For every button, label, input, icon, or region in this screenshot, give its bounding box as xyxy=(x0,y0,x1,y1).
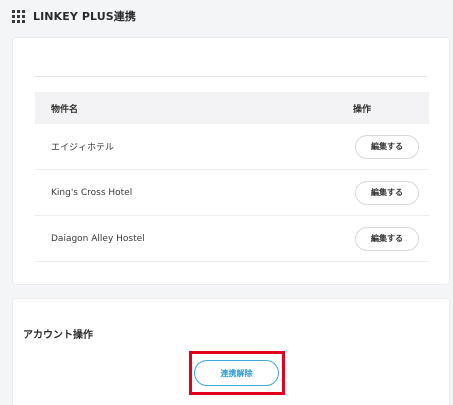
property-name: Daiagon Alley Hostel xyxy=(51,233,145,244)
column-header-action: 操作 xyxy=(353,104,372,115)
property-name: King's Cross Hotel xyxy=(51,187,133,198)
page-header: LINKEY PLUS連携 xyxy=(12,6,136,26)
divider xyxy=(35,76,427,77)
property-name: エイジィホテル xyxy=(51,143,115,153)
edit-button[interactable]: 編集する xyxy=(355,180,419,205)
properties-card: 物件名 操作 エイジィホテル 編集する King's Cross Hotel 編… xyxy=(12,37,450,285)
table-header: 物件名 操作 xyxy=(35,92,429,124)
page: LINKEY PLUS連携 物件名 操作 エイジィホテル 編集する King's… xyxy=(0,0,453,405)
edit-button[interactable]: 編集する xyxy=(355,226,419,251)
account-card: アカウント操作 連携解除 xyxy=(12,298,450,405)
table-row: Daiagon Alley Hostel 編集する xyxy=(35,216,429,262)
account-section-title: アカウント操作 xyxy=(23,330,93,341)
grid-icon xyxy=(12,9,25,23)
table-row: エイジィホテル 編集する xyxy=(35,124,429,170)
unlink-button[interactable]: 連携解除 xyxy=(194,360,279,386)
properties-table: 物件名 操作 エイジィホテル 編集する King's Cross Hotel 編… xyxy=(35,92,429,262)
column-header-name: 物件名 xyxy=(51,104,79,115)
page-title: LINKEY PLUS連携 xyxy=(33,10,136,23)
table-row: King's Cross Hotel 編集する xyxy=(35,170,429,216)
edit-button[interactable]: 編集する xyxy=(355,134,419,159)
